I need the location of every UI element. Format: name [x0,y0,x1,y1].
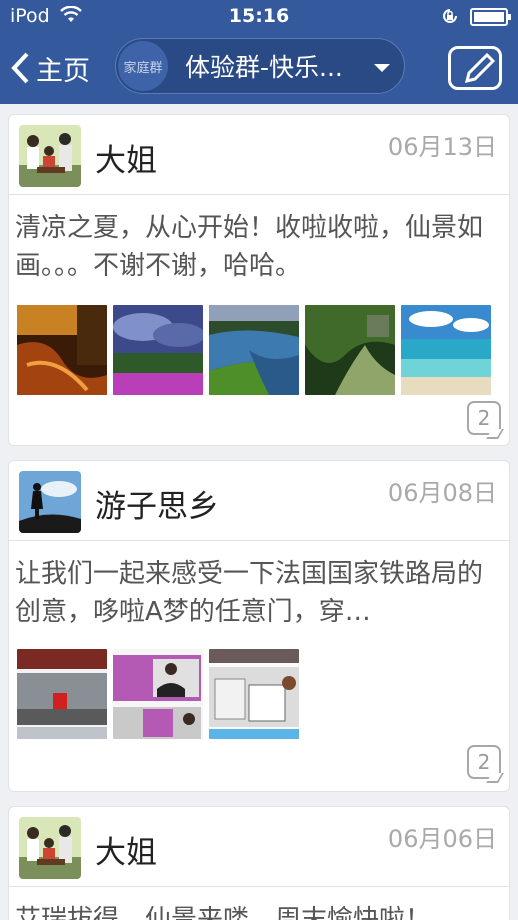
photo-thumbnail[interactable] [113,305,203,395]
post-date: 06月06日 [387,825,497,853]
battery-icon [470,8,511,26]
photo-thumbnail[interactable] [113,649,203,739]
post-text: 艾瑞拔得，仙景来喽，周末愉快啦！ [15,905,432,920]
photo-strip [17,649,305,739]
edit-icon [464,52,496,84]
divider [9,194,509,195]
photo-strip [17,305,497,395]
post-date: 06月13日 [387,133,497,161]
avatar [19,817,81,879]
post-card[interactable]: 大姐 06月13日 清凉之夏，从心开始！收啦收啦，仙景如画。。。不谢不谢，哈哈。… [8,114,510,446]
group-tag: 家庭群 [118,41,168,91]
avatar [19,125,81,187]
post-card[interactable]: 游子思乡 06月08日 让我们一起来感受一下法国国家铁路局的创意，哆啦A梦的任意… [8,460,510,792]
rotation-lock-icon [443,9,457,23]
post-card[interactable]: 大姐 06月06日 艾瑞拔得，仙景来喽，周末愉快啦！ [8,806,510,920]
divider [9,886,509,887]
photo-thumbnail[interactable] [305,305,395,395]
post-text: 清凉之夏，从心开始！收啦收啦，仙景如画。。。不谢不谢，哈哈。 [15,213,484,281]
avatar [19,471,81,533]
photo-thumbnail[interactable] [401,305,491,395]
divider [9,540,509,541]
post-date: 06月08日 [387,479,497,507]
photo-thumbnail[interactable] [17,649,107,739]
caret-down-icon [374,64,390,72]
photo-thumbnail[interactable] [17,305,107,395]
back-label: 主页 [36,55,90,87]
comment-count-badge[interactable]: 2 [467,745,501,779]
photo-thumbnail[interactable] [209,649,299,739]
group-name: 体验群-快乐... [185,53,343,82]
top-bar: iPod 15:16 主页 家庭群 体验群-快乐... [0,0,518,104]
nav-bar: 主页 家庭群 体验群-快乐... [0,34,518,104]
post-author: 游子思乡 [95,489,219,525]
group-selector[interactable]: 家庭群 体验群-快乐... [115,38,405,94]
post-text: 让我们一起来感受一下法国国家铁路局的创意，哆啦A梦的任意门，穿… [15,559,484,627]
status-bar: iPod 15:16 [0,0,518,34]
post-author: 大姐 [95,835,157,871]
chevron-left-icon [11,52,29,84]
compose-button[interactable] [448,46,502,90]
comment-count-badge[interactable]: 2 [467,401,501,435]
back-button[interactable]: 主页 [8,48,90,88]
photo-thumbnail[interactable] [209,305,299,395]
post-author: 大姐 [95,143,157,179]
